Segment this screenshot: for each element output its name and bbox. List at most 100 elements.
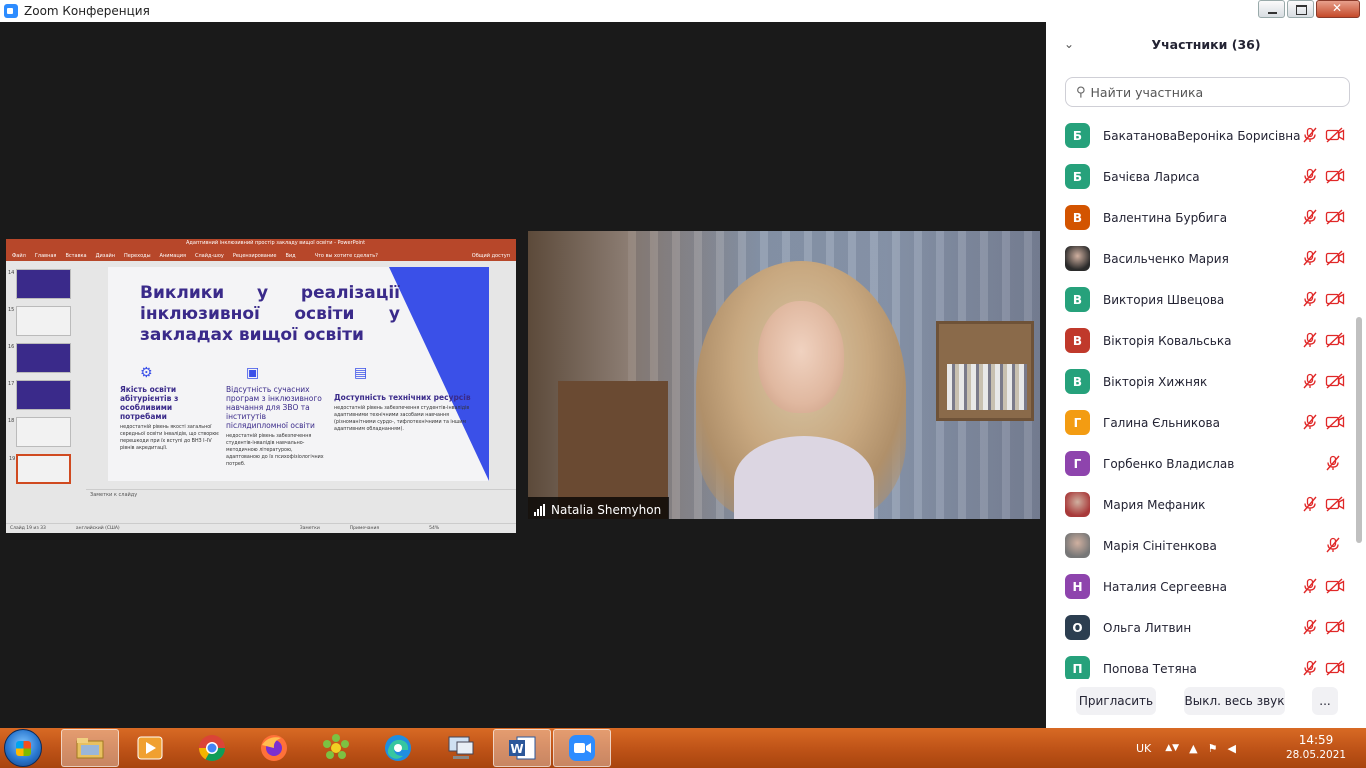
participant-name: Марія Сінітенкова [1103,538,1217,553]
zoom-icon[interactable] [553,729,611,767]
tray-expand-icon[interactable]: ▲ [1189,742,1197,755]
volume-icon[interactable]: ◀ [1227,742,1235,755]
current-slide: Виклики у реалізації інклюзивної освіти … [108,267,489,481]
participant-name: Валентина Бурбига [1103,210,1228,225]
ppt-ribbon-tab: Переходы [124,253,151,259]
ppt-ribbon-tab: Главная [34,253,57,259]
more-button[interactable]: ... [1312,687,1338,715]
mic-muted-icon [1302,496,1318,512]
mic-muted-icon [1325,537,1341,553]
word-icon[interactable]: W [493,729,551,767]
status-notes: Заметки [299,526,320,531]
participants-header: ⌄ Участники (36) [1046,22,1366,66]
ppt-body: 14 15 16 17 18 19 Виклики у реалізації інклюз… [6,261,516,523]
participant-row[interactable]: В Вікторія Ковальська [1046,320,1354,361]
participant-name: Ольга Литвин [1103,620,1192,635]
status-slide: Слайд 19 из 33 [10,526,46,531]
participants-scrollbar[interactable] [1356,317,1362,543]
ppt-window-title: Адаптивний інклюзивний простір закладу в… [186,240,366,246]
svg-text:W: W [510,742,523,756]
participant-row[interactable]: Б Бачієва Лариса [1046,156,1354,197]
mic-muted-icon [1302,168,1318,184]
file-explorer-icon[interactable] [61,729,119,767]
participant-name: Вікторія Ковальська [1103,333,1232,348]
slide-thumbnail: 19 [9,454,71,484]
video-off-icon [1325,127,1345,143]
mic-muted-icon [1302,660,1318,676]
avatar: Н [1065,574,1090,599]
participant-row[interactable]: Н Наталия Сергеевна [1046,566,1354,607]
avatar: Г [1065,410,1090,435]
participant-search[interactable]: ⚲ [1065,77,1350,107]
icq-icon[interactable] [307,729,365,767]
minimize-button[interactable] [1258,0,1285,18]
participant-row[interactable]: Марія Сінітенкова [1046,525,1354,566]
slide-notes: Заметки к слайду [86,489,516,499]
ppt-search: Что вы хотите сделать? [314,253,378,259]
close-button[interactable] [1316,0,1360,18]
ppt-ribbon-tab: Слайд-шоу [194,253,224,259]
start-button[interactable] [4,729,42,767]
participant-name: Вікторія Хижняк [1103,374,1208,389]
participant-row[interactable]: В Валентина Бурбига [1046,197,1354,238]
ppt-ribbon-tab: Дизайн [95,253,116,259]
language-indicator[interactable]: UK [1136,742,1151,755]
chrome-icon[interactable] [183,729,241,767]
tray-arrows-icon[interactable]: ▲▼ [1165,743,1179,753]
bookshelf [936,321,1034,421]
mute-all-button[interactable]: Выкл. весь звук [1184,687,1285,715]
invite-button[interactable]: Пригласить [1076,687,1156,715]
column-text: недостатній рівень якості загальної сере… [120,425,219,451]
flag-icon[interactable]: ⚑ [1208,742,1218,755]
mic-muted-icon [1302,619,1318,635]
window-controls [1256,0,1360,18]
firefox-icon[interactable] [245,729,303,767]
avatar: Г [1065,451,1090,476]
speaker-video-tile[interactable]: Natalia Shemyhon [528,231,1040,519]
avatar: В [1065,205,1090,230]
ppt-share: Общий доступ [471,253,510,259]
slide-thumbnail: 18 [8,417,71,447]
slide-thumbnail-number: 19 [9,456,16,462]
slide-thumbnail-number: 18 [8,418,15,424]
participant-row[interactable]: Мария Мефаник [1046,484,1354,525]
ppt-ribbon-tab: Файл [12,253,26,259]
clock[interactable]: 14:59 28.05.2021 [1276,733,1356,763]
chevron-down-icon[interactable]: ⌄ [1064,37,1074,51]
participant-row[interactable]: Б БакатановаВероніка Борисівна [1046,115,1354,156]
video-off-icon [1325,578,1345,594]
participant-row[interactable]: В Вікторія Хижняк [1046,361,1354,402]
maximize-button[interactable] [1287,0,1314,18]
participant-row[interactable]: О Ольга Литвин [1046,607,1354,648]
status-zoom: 54% [429,526,440,531]
system-tray: UK ▲▼ ▲ ⚑ ◀ [1136,728,1236,768]
participants-panel: ⌄ Участники (36) ⚲ Б БакатановаВероніка Б… [1046,22,1366,728]
search-input[interactable] [1090,84,1331,100]
network-icon[interactable] [431,729,489,767]
shared-screen-tile[interactable]: Адаптивний інклюзивний простір закладу в… [6,239,516,533]
participant-name: Васильченко Мария [1103,251,1229,266]
participant-row[interactable]: Г Галина Єльникова [1046,402,1354,443]
mic-muted-icon [1302,209,1318,225]
slide-thumbnail-number: 16 [8,344,15,350]
video-off-icon [1325,168,1345,184]
participant-row[interactable]: Васильченко Мария [1046,238,1354,279]
participant-row[interactable]: Г Горбенко Владислав [1046,443,1354,484]
avatar: Б [1065,123,1090,148]
status-comments: Примечания [349,526,380,531]
clock-date: 28.05.2021 [1285,749,1347,761]
participant-row[interactable]: П Попова Тетяна [1046,648,1354,679]
clock-time: 14:59 [1298,733,1334,747]
video-off-icon [1325,332,1345,348]
slide-column-2: ▣ Відсутність сучасних програм з інклюзи… [226,365,326,468]
video-off-icon [1325,660,1345,676]
ppt-title-bar: Адаптивний інклюзивний простір закладу в… [6,239,516,251]
speaker-name: Natalia Shemyhon [551,502,662,517]
participant-name: Попова Тетяна [1103,661,1197,676]
edge-icon[interactable] [369,729,427,767]
avatar: В [1065,287,1090,312]
media-player-icon[interactable] [121,729,179,767]
avatar [1065,246,1090,271]
participant-name: Наталия Сергеевна [1103,579,1227,594]
participant-row[interactable]: В Виктория Швецова [1046,279,1354,320]
